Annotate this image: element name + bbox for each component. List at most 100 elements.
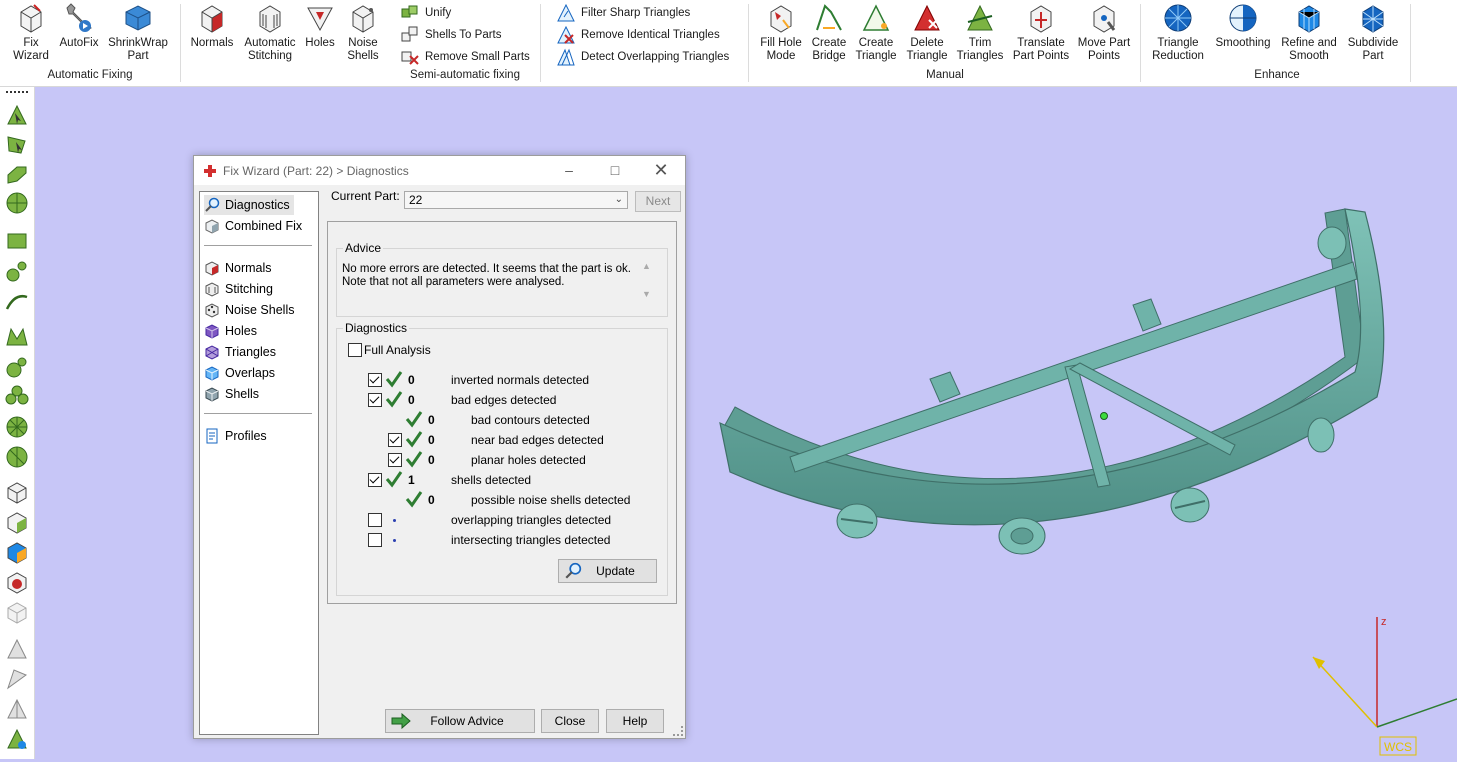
dialog-titlebar[interactable]: Fix Wizard (Part: 22) > Diagnostics – □ … (194, 156, 685, 185)
filter-sharp-triangles-button[interactable]: Filter Sharp Triangles (556, 3, 690, 23)
noise-shells-button[interactable]: Noise Shells (344, 2, 382, 63)
maximize-button[interactable]: □ (604, 160, 626, 180)
nav-noise-shells[interactable]: Noise Shells (204, 300, 294, 320)
select-wheel-tool[interactable] (5, 415, 29, 439)
next-button[interactable]: Next (635, 191, 681, 212)
minimize-button[interactable]: – (558, 160, 580, 180)
select-connected-tool[interactable] (5, 355, 29, 379)
identical-triangles-icon (557, 25, 575, 44)
remove-identical-triangles-button[interactable]: Remove Identical Triangles (556, 25, 720, 45)
intersecting-triangles-checkbox[interactable] (368, 533, 382, 547)
automatic-stitching-button[interactable]: Automatic Stitching (240, 2, 300, 63)
normals-cube-icon (205, 261, 219, 276)
hide-part-tool[interactable] (5, 601, 29, 625)
move-part-points-button[interactable]: Move Part Points (1076, 2, 1132, 63)
nav-holes[interactable]: Holes (204, 321, 257, 341)
select-triangle-tool[interactable] (5, 103, 29, 127)
holes-label: Holes (305, 37, 335, 49)
select-all-parts-tool[interactable] (5, 511, 29, 535)
select-part-tool[interactable] (5, 481, 29, 505)
select-plane-tool[interactable] (5, 325, 29, 349)
translate-part-points-button[interactable]: Translate Part Points (1011, 2, 1071, 63)
refine-and-smooth-button[interactable]: Refine and Smooth (1278, 2, 1340, 63)
select-surface-tool[interactable] (5, 133, 29, 157)
update-button[interactable]: Update (558, 559, 657, 583)
triangle-reduction-button[interactable]: Triangle Reduction (1150, 2, 1206, 63)
full-analysis-checkbox[interactable] (348, 343, 362, 357)
smoothing-label: Smoothing (1215, 37, 1271, 49)
nav-triangles[interactable]: Triangles (204, 342, 276, 362)
select-cylinder-tool[interactable] (5, 445, 29, 469)
brush-icon (6, 261, 27, 282)
select-mode-tool-3[interactable] (5, 697, 29, 721)
remove-small-parts-button[interactable]: Remove Small Parts (400, 47, 530, 67)
shells-text: shells detected (451, 473, 532, 487)
near-bad-edges-count: 0 (428, 433, 435, 447)
wheel-icon (6, 416, 28, 438)
shells-to-parts-button[interactable]: Shells To Parts (400, 25, 502, 45)
nav-separator (204, 413, 312, 414)
select-mode-tool-1[interactable] (5, 637, 29, 661)
nav-noise-shells-label: Noise Shells (225, 303, 295, 317)
cube-colored-icon (7, 542, 27, 564)
part-cube-icon (7, 482, 27, 504)
normals-button[interactable]: Normals (190, 2, 234, 50)
fill-hole-mode-button[interactable]: Fill Hole Mode (757, 2, 805, 63)
current-part-select[interactable]: 22 ⌄ (404, 191, 628, 209)
select-mode-tool-2[interactable] (5, 667, 29, 691)
resize-grip[interactable] (673, 726, 683, 736)
select-shell-tool[interactable] (5, 163, 29, 187)
create-bridge-button[interactable]: Create Bridge (808, 2, 850, 63)
nav-profiles[interactable]: Profiles (204, 426, 267, 446)
nav-shells[interactable]: Shells (204, 384, 259, 404)
overlapping-triangles-checkbox[interactable] (368, 513, 382, 527)
planar-holes-checkbox[interactable] (388, 453, 402, 467)
combined-fix-icon (205, 219, 219, 234)
automatic-fixing-group-label: Automatic Fixing (47, 69, 133, 81)
create-triangle-button[interactable]: Create Triangle (855, 2, 897, 63)
overlaps-cube-icon (205, 366, 219, 381)
toolbar-grip[interactable] (6, 91, 28, 93)
shrinkwrap-button[interactable]: ShrinkWrap Part (106, 2, 170, 63)
trim-triangles-button[interactable]: Trim Triangles (956, 2, 1004, 63)
create-bridge-label: Create Bridge (811, 37, 847, 62)
unify-button[interactable]: Unify (400, 3, 451, 23)
subdivide-part-button[interactable]: Subdivide Part (1345, 2, 1401, 63)
select-box-tool[interactable] (5, 229, 29, 253)
shells-to-parts-icon (401, 26, 418, 42)
help-button[interactable]: Help (606, 709, 664, 733)
select-line-tool[interactable] (5, 289, 29, 313)
smoothing-button[interactable]: Smoothing (1212, 2, 1274, 50)
part-peg-1 (929, 371, 961, 403)
bad-edges-checkbox[interactable] (368, 393, 382, 407)
follow-advice-button[interactable]: Follow Advice (385, 709, 535, 733)
nav-combined-fix[interactable]: Combined Fix (204, 216, 302, 236)
close-window-button[interactable]: ✕ (650, 160, 672, 180)
shells-checkbox[interactable] (368, 473, 382, 487)
select-mode-tool-4[interactable] (5, 727, 29, 751)
inverted-normals-checkbox[interactable] (368, 373, 382, 387)
nav-diagnostics[interactable]: Diagnostics (204, 195, 294, 215)
deselect-tool[interactable] (5, 571, 29, 595)
nav-normals[interactable]: Normals (204, 258, 272, 278)
shells-cube-icon (205, 387, 219, 402)
select-sphere-tool[interactable] (5, 191, 29, 215)
delete-triangle-button[interactable]: Delete Triangle (903, 2, 951, 63)
advice-scrollbar[interactable]: ▲ ▼ (639, 259, 654, 314)
nav-overlaps[interactable]: Overlaps (204, 363, 275, 383)
nav-stitching[interactable]: Stitching (204, 279, 273, 299)
detect-overlapping-triangles-button[interactable]: Detect Overlapping Triangles (556, 47, 729, 67)
triangles-cube-icon (205, 345, 219, 360)
stitching-icon (259, 5, 281, 33)
near-bad-edges-checkbox[interactable] (388, 433, 402, 447)
nav-holes-label: Holes (225, 324, 257, 338)
autofix-button[interactable]: AutoFix (58, 2, 100, 50)
fix-wizard-button[interactable]: Fix Wizard (11, 2, 51, 63)
select-brush-tool[interactable] (5, 259, 29, 283)
invert-selection-tool[interactable] (5, 541, 29, 565)
close-button[interactable]: Close (541, 709, 599, 733)
planar-holes-count: 0 (428, 453, 435, 467)
holes-button[interactable]: Holes (302, 2, 338, 50)
normals-icon (201, 5, 223, 33)
select-flower-tool[interactable] (5, 385, 29, 409)
